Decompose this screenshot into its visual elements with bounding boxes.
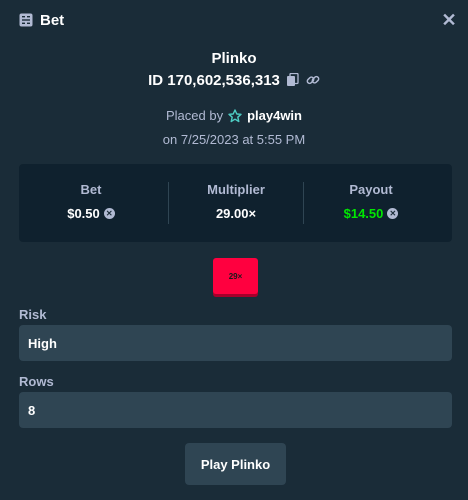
payout-value-row: $14.50 ✕ (344, 206, 399, 221)
bet-stats-panel: Bet $0.50 ✕ Multiplier 29.00× Payout $14… (19, 164, 452, 242)
bet-modal: Bet ✕ Plinko ID 170,602,536,313 Placed b… (0, 0, 468, 500)
bet-date: on 7/25/2023 at 5:55 PM (162, 132, 306, 147)
play-plinko-button[interactable]: Play Plinko (185, 443, 286, 485)
bet-amount-stat: Bet $0.50 ✕ (19, 164, 163, 242)
rows-field: 8 (19, 392, 452, 428)
payout-label: Payout (349, 182, 393, 197)
payout-stat: Payout $14.50 ✕ (299, 164, 443, 242)
payout-value: $14.50 (343, 206, 384, 221)
modal-header: Bet ✕ (0, 0, 468, 40)
bet-id: ID 170,602,536,313 (148, 71, 280, 89)
currency-icon: ✕ (103, 208, 115, 219)
risk-label: Risk (19, 307, 47, 322)
placed-by-row: Placed by play4win (0, 108, 468, 123)
rows-label: Rows (19, 374, 54, 389)
multiplier-chip: 29× (213, 258, 258, 294)
multiplier-stat: Multiplier 29.00× (164, 164, 308, 242)
bet-value-row: $0.50 ✕ (67, 206, 115, 221)
currency-icon: ✕ (387, 208, 399, 219)
modal-title: Bet (40, 12, 65, 29)
placed-by-label: Placed by (165, 108, 224, 123)
vip-star-icon (228, 108, 242, 122)
username-link[interactable]: play4win (247, 108, 302, 123)
bet-id-row: ID 170,602,536,313 (0, 70, 468, 90)
multiplier-label: Multiplier (207, 182, 265, 197)
bet-value: $0.50 (67, 206, 100, 221)
multiplier-value: 29.00× (215, 206, 257, 221)
link-icon[interactable] (306, 73, 320, 87)
copy-icon[interactable] (286, 73, 300, 87)
risk-field: High (19, 325, 452, 361)
game-name: Plinko (211, 50, 257, 67)
close-icon[interactable]: ✕ (440, 10, 458, 30)
receipt-icon (19, 13, 33, 27)
bet-label: Bet (80, 182, 102, 197)
